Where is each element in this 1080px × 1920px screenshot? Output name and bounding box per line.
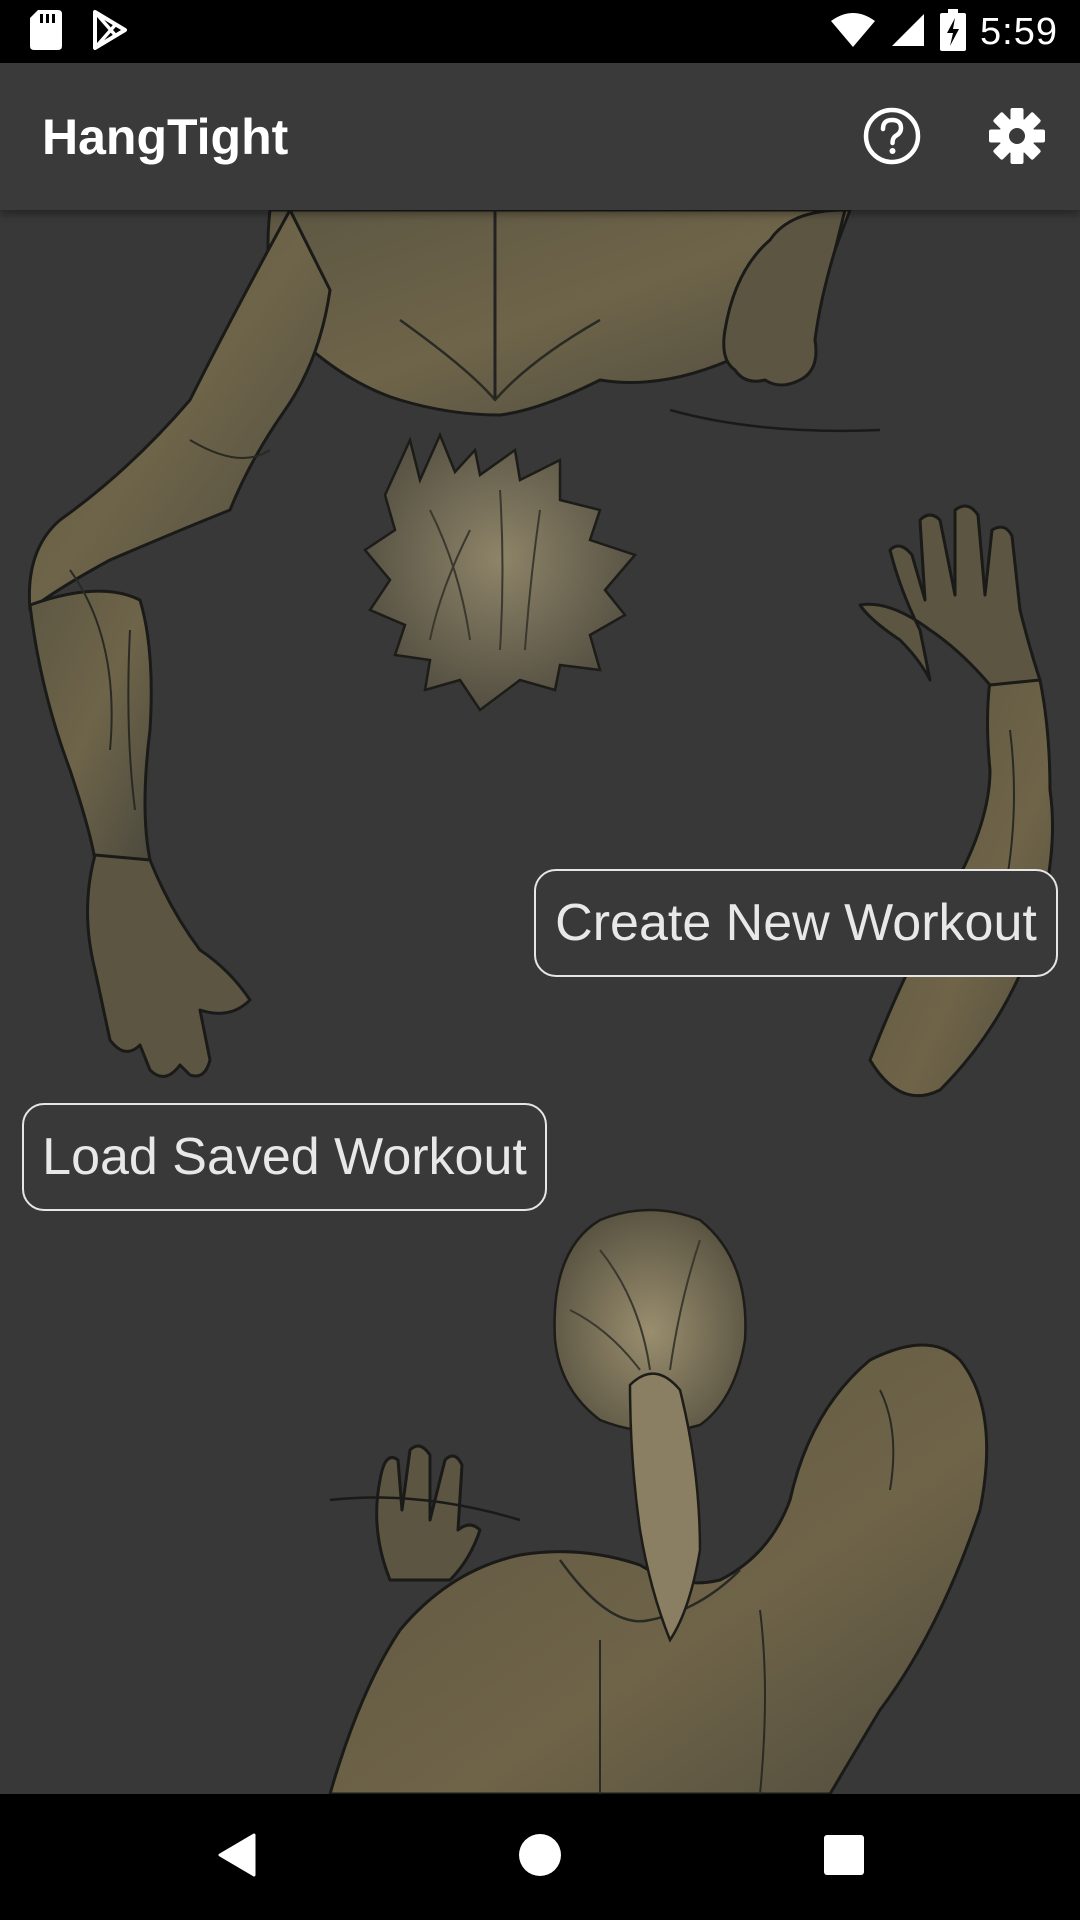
status-bar: 5:59 (0, 0, 1080, 63)
climbers-illustration (27, 210, 1054, 1794)
main-content: Create New Workout Load Saved Workout (0, 210, 1080, 1794)
status-time: 5:59 (980, 10, 1058, 53)
settings-button[interactable] (982, 103, 1052, 173)
nav-back-button[interactable] (200, 1821, 272, 1893)
app-bar: HangTight (0, 63, 1080, 210)
navigation-bar (0, 1794, 1080, 1920)
play-store-icon (92, 9, 128, 55)
nav-recents-button[interactable] (808, 1821, 880, 1893)
home-icon (518, 1833, 562, 1882)
help-button[interactable] (857, 103, 927, 173)
wifi-icon (830, 12, 876, 53)
sd-card-icon (30, 9, 62, 55)
screen: 5:59 HangTight Create New Workout Load S… (0, 0, 1080, 1920)
app-title: HangTight (42, 109, 289, 165)
status-system: 5:59 (830, 8, 1058, 56)
battery-charging-icon (940, 8, 967, 56)
help-circle-icon (862, 106, 922, 171)
back-icon (214, 1831, 258, 1884)
gear-icon (987, 106, 1047, 171)
nav-home-button[interactable] (504, 1821, 576, 1893)
status-notifications (30, 9, 128, 55)
cell-signal-icon (890, 12, 926, 53)
recents-icon (823, 1834, 865, 1881)
create-new-workout-button[interactable]: Create New Workout (534, 869, 1058, 977)
load-saved-workout-button[interactable]: Load Saved Workout (22, 1103, 547, 1211)
upper-climber-hair (363, 431, 638, 712)
